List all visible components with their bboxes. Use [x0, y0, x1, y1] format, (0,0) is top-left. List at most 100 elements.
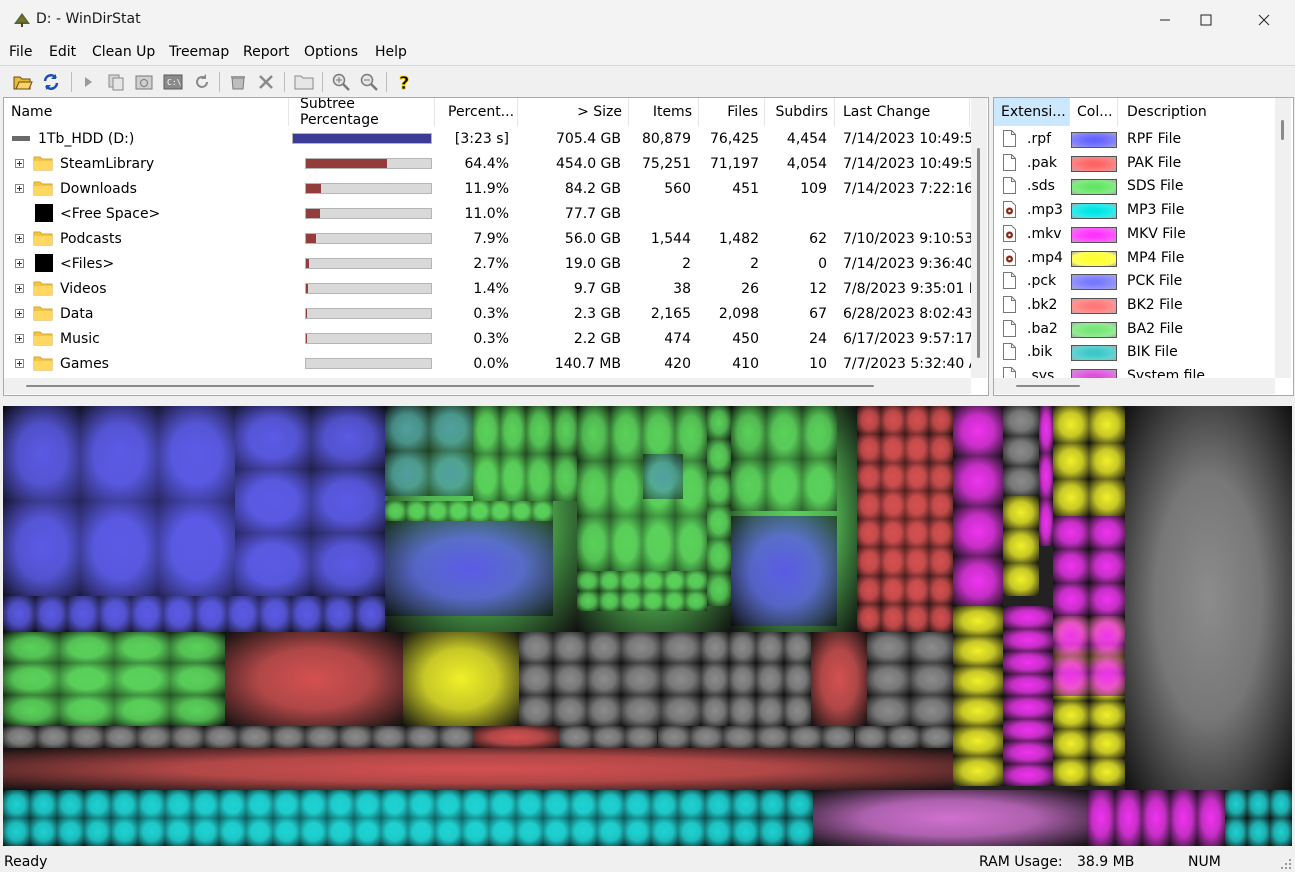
treemap-tile[interactable] — [707, 472, 731, 506]
treemap-tile[interactable] — [300, 818, 327, 846]
treemap-tile[interactable] — [811, 632, 867, 726]
extension-row[interactable]: .rpf RPF File — [994, 128, 1284, 152]
treemap-tile[interactable] — [3, 501, 81, 596]
table-row[interactable]: SteamLibrary 64.4% 454.0 GB 75,251 71,197 4,0… — [4, 152, 971, 177]
treemap-tile[interactable] — [786, 790, 813, 818]
treemap-tile[interactable] — [473, 453, 500, 501]
treemap-tile[interactable] — [929, 575, 953, 604]
treemap-tile[interactable] — [620, 571, 642, 591]
treemap-tile[interactable] — [489, 790, 516, 818]
treemap-tile[interactable] — [427, 501, 448, 521]
column-header-percent[interactable]: Percent... — [435, 98, 518, 126]
treemap-tile[interactable] — [553, 632, 587, 664]
copy-path-icon[interactable] — [105, 71, 127, 93]
drive-row[interactable]: 1Tb_HDD (D:) [3:23 s] 705.4 GB 80,879 76,425… — [4, 127, 971, 152]
treemap-tile[interactable] — [756, 726, 789, 748]
treemap-tile[interactable] — [67, 596, 99, 632]
treemap-tile[interactable] — [1003, 606, 1053, 629]
treemap-tile[interactable] — [905, 434, 929, 463]
treemap-tile[interactable] — [642, 406, 675, 461]
treemap-tile[interactable] — [705, 818, 732, 846]
maximize-button[interactable] — [1177, 0, 1235, 40]
treemap-tile[interactable] — [30, 818, 57, 846]
treemap-tile[interactable] — [905, 490, 929, 519]
recycle-icon[interactable] — [227, 71, 249, 93]
treemap-tile[interactable] — [910, 632, 953, 664]
treemap-tile[interactable] — [354, 818, 381, 846]
treemap-tile[interactable] — [163, 596, 195, 632]
treemap-tile[interactable] — [661, 694, 701, 726]
treemap-tile[interactable] — [311, 532, 387, 596]
open-icon[interactable] — [12, 71, 34, 93]
extension-row[interactable]: .pak PAK File — [994, 152, 1284, 176]
treemap-tile[interactable] — [273, 818, 300, 846]
treemap-tile[interactable] — [701, 632, 729, 664]
treemap-tile[interactable] — [511, 501, 532, 521]
treemap-tile[interactable] — [519, 694, 553, 726]
treemap-tile[interactable] — [1003, 406, 1039, 436]
treemap-tile[interactable] — [385, 451, 429, 496]
treemap-tile[interactable] — [169, 694, 225, 726]
treemap-tile[interactable] — [405, 726, 440, 748]
treemap-tile[interactable] — [519, 663, 553, 695]
column-header-subtree-percentage[interactable]: Subtree Percentage — [289, 98, 435, 128]
treemap-tile[interactable] — [385, 406, 429, 451]
treemap-tile[interactable] — [642, 591, 664, 611]
treemap-tile[interactable] — [783, 632, 811, 664]
treemap-tile[interactable] — [429, 406, 473, 451]
treemap-tile[interactable] — [854, 726, 888, 748]
treemap-tile[interactable] — [385, 521, 553, 616]
treemap-tile[interactable] — [929, 434, 953, 463]
column-header-description[interactable]: Description — [1118, 98, 1284, 126]
treemap-tile[interactable] — [732, 790, 759, 818]
treemap-tile[interactable] — [759, 790, 786, 818]
treemap-tile[interactable] — [1089, 442, 1125, 480]
treemap-tile[interactable] — [1003, 763, 1053, 786]
treemap-tile[interactable] — [1003, 436, 1039, 466]
treemap-tile[interactable] — [489, 818, 516, 846]
treemap-tile[interactable] — [953, 606, 1003, 636]
table-row[interactable]: Games 0.0% 140.7 MB 420 410 10 7/7/2023 5:32:4… — [4, 352, 971, 377]
treemap-tile[interactable] — [1169, 790, 1198, 846]
treemap-tile[interactable] — [338, 726, 373, 748]
treemap-tile[interactable] — [235, 532, 311, 596]
treemap-tile[interactable] — [598, 571, 621, 591]
treemap-tile[interactable] — [701, 694, 729, 726]
treemap-tile[interactable] — [663, 591, 686, 611]
treemap-tile[interactable] — [327, 790, 354, 818]
treemap-tile[interactable] — [1269, 818, 1292, 846]
treemap-tile[interactable] — [881, 434, 905, 463]
treemap-tile[interactable] — [157, 501, 235, 596]
treemap-tile[interactable] — [219, 818, 246, 846]
treemap-tile[interactable] — [881, 547, 905, 576]
expand-icon[interactable] — [15, 284, 24, 293]
treemap-tile[interactable] — [597, 818, 624, 846]
scrollbar-thumb[interactable] — [977, 148, 980, 358]
treemap-tile[interactable] — [131, 596, 163, 632]
extension-row[interactable]: .pck PCK File — [994, 270, 1284, 294]
treemap-tile[interactable] — [169, 632, 225, 664]
treemap-tile[interactable] — [526, 453, 553, 501]
treemap-tile[interactable] — [624, 726, 658, 748]
treemap-tile[interactable] — [577, 516, 610, 571]
treemap-tile[interactable] — [1053, 516, 1089, 550]
treemap-tile[interactable] — [1003, 628, 1053, 651]
treemap-tile[interactable] — [1142, 790, 1170, 846]
treemap-tile[interactable] — [114, 632, 170, 664]
treemap-tile[interactable] — [707, 539, 731, 573]
treemap-tile[interactable] — [1003, 529, 1039, 563]
treemap-tile[interactable] — [905, 603, 929, 632]
treemap-tile[interactable] — [408, 818, 435, 846]
treemap-tile[interactable] — [111, 790, 138, 818]
treemap-tile[interactable] — [953, 636, 1003, 666]
treemap-tile[interactable] — [620, 591, 642, 611]
treemap-tile[interactable] — [857, 434, 881, 463]
treemap-tile[interactable] — [354, 790, 381, 818]
menu-file[interactable]: File — [9, 44, 32, 60]
treemap-tile[interactable] — [621, 632, 661, 664]
treemap-tile[interactable] — [598, 591, 621, 611]
column-header-last-change[interactable]: Last Change — [835, 98, 970, 126]
treemap-tile[interactable] — [1114, 790, 1143, 846]
treemap-tile[interactable] — [238, 726, 272, 748]
treemap-tile[interactable] — [577, 461, 610, 516]
